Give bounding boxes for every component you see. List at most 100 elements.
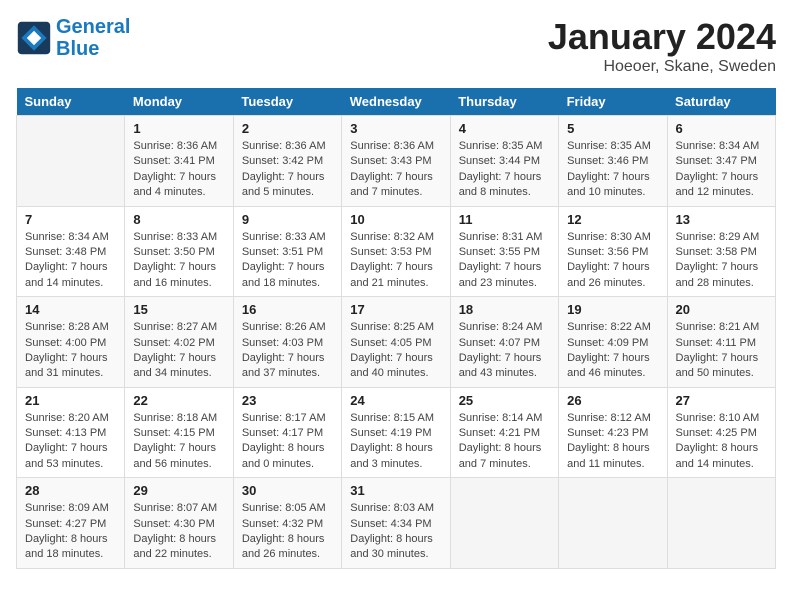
calendar-cell: 16Sunrise: 8:26 AMSunset: 4:03 PMDayligh… — [233, 297, 341, 388]
day-detail: Sunrise: 8:10 AMSunset: 4:25 PMDaylight:… — [676, 411, 767, 473]
weekday-header-row: SundayMondayTuesdayWednesdayThursdayFrid… — [17, 88, 776, 116]
calendar-cell: 22Sunrise: 8:18 AMSunset: 4:15 PMDayligh… — [125, 387, 233, 478]
day-number: 24 — [350, 393, 441, 408]
month-title: January 2024 — [548, 16, 776, 58]
day-number: 12 — [567, 212, 658, 227]
day-number: 25 — [459, 393, 550, 408]
day-detail: Sunrise: 8:29 AMSunset: 3:58 PMDaylight:… — [676, 230, 767, 292]
calendar-cell: 7Sunrise: 8:34 AMSunset: 3:48 PMDaylight… — [17, 206, 125, 297]
calendar-cell — [667, 478, 775, 569]
logo-general: General — [56, 16, 130, 38]
day-number: 15 — [133, 302, 224, 317]
day-detail: Sunrise: 8:22 AMSunset: 4:09 PMDaylight:… — [567, 320, 658, 382]
day-number: 22 — [133, 393, 224, 408]
weekday-header-monday: Monday — [125, 88, 233, 116]
calendar-cell: 27 Sunrise: 8:10 AMSunset: 4:25 PMDayligh… — [667, 387, 775, 478]
day-number: 10 — [350, 212, 441, 227]
day-number: 2 — [242, 121, 333, 136]
calendar-cell: 17 Sunrise: 8:25 AMSunset: 4:05 PMDayligh… — [342, 297, 450, 388]
day-number: 11 — [459, 212, 550, 227]
calendar-cell: 4Sunrise: 8:35 AMSunset: 3:44 PMDaylight… — [450, 116, 558, 207]
calendar-cell: 23Sunrise: 8:17 AMSunset: 4:17 PMDayligh… — [233, 387, 341, 478]
day-number: 16 — [242, 302, 333, 317]
day-number: 8 — [133, 212, 224, 227]
calendar-cell — [450, 478, 558, 569]
logo-icon — [16, 20, 52, 56]
day-detail: Sunrise: 8:33 AMSunset: 3:51 PMDaylight:… — [242, 230, 333, 292]
day-detail: Sunrise: 8:07 AMSunset: 4:30 PMDaylight:… — [133, 501, 224, 563]
calendar-cell: 30Sunrise: 8:05 AMSunset: 4:32 PMDayligh… — [233, 478, 341, 569]
calendar-cell: 8 Sunrise: 8:33 AMSunset: 3:50 PMDaylight… — [125, 206, 233, 297]
day-detail: Sunrise: 8:35 AMSunset: 3:46 PMDaylight:… — [567, 139, 658, 201]
title-block: January 2024 Hoeoer, Skane, Sweden — [548, 16, 776, 76]
day-detail: Sunrise: 8:17 AMSunset: 4:17 PMDaylight:… — [242, 411, 333, 473]
calendar-cell: 20 Sunrise: 8:21 AMSunset: 4:11 PMDayligh… — [667, 297, 775, 388]
calendar-cell: 24 Sunrise: 8:15 AMSunset: 4:19 PMDayligh… — [342, 387, 450, 478]
calendar-cell: 2 Sunrise: 8:36 AMSunset: 3:42 PMDaylight… — [233, 116, 341, 207]
day-detail: Sunrise: 8:21 AMSunset: 4:11 PMDaylight:… — [676, 320, 767, 382]
calendar-cell: 1 Sunrise: 8:36 AMSunset: 3:41 PMDaylight… — [125, 116, 233, 207]
day-number: 14 — [25, 302, 116, 317]
day-number: 26 — [567, 393, 658, 408]
calendar-cell — [559, 478, 667, 569]
calendar-cell: 25Sunrise: 8:14 AMSunset: 4:21 PMDayligh… — [450, 387, 558, 478]
calendar-cell: 6 Sunrise: 8:34 AMSunset: 3:47 PMDaylight… — [667, 116, 775, 207]
day-number: 5 — [567, 121, 658, 136]
weekday-header-saturday: Saturday — [667, 88, 775, 116]
day-detail: Sunrise: 8:30 AMSunset: 3:56 PMDaylight:… — [567, 230, 658, 292]
calendar-cell: 5 Sunrise: 8:35 AMSunset: 3:46 PMDaylight… — [559, 116, 667, 207]
calendar-cell: 19 Sunrise: 8:22 AMSunset: 4:09 PMDayligh… — [559, 297, 667, 388]
day-number: 17 — [350, 302, 441, 317]
day-number: 18 — [459, 302, 550, 317]
day-detail: Sunrise: 8:25 AMSunset: 4:05 PMDaylight:… — [350, 320, 441, 382]
calendar-cell: 12 Sunrise: 8:30 AMSunset: 3:56 PMDayligh… — [559, 206, 667, 297]
day-number: 6 — [676, 121, 767, 136]
day-number: 20 — [676, 302, 767, 317]
day-detail: Sunrise: 8:03 AMSunset: 4:34 PMDaylight:… — [350, 501, 441, 563]
day-detail: Sunrise: 8:33 AMSunset: 3:50 PMDaylight:… — [133, 230, 224, 292]
calendar-cell: 3 Sunrise: 8:36 AMSunset: 3:43 PMDaylight… — [342, 116, 450, 207]
weekday-header-wednesday: Wednesday — [342, 88, 450, 116]
day-detail: Sunrise: 8:34 AMSunset: 3:47 PMDaylight:… — [676, 139, 767, 201]
day-number: 28 — [25, 483, 116, 498]
day-detail: Sunrise: 8:15 AMSunset: 4:19 PMDaylight:… — [350, 411, 441, 473]
day-detail: Sunrise: 8:36 AMSunset: 3:43 PMDaylight:… — [350, 139, 441, 201]
day-number: 3 — [350, 121, 441, 136]
day-number: 9 — [242, 212, 333, 227]
calendar-cell: 15 Sunrise: 8:27 AMSunset: 4:02 PMDayligh… — [125, 297, 233, 388]
day-detail: Sunrise: 8:35 AMSunset: 3:44 PMDaylight:… — [459, 139, 550, 201]
day-number: 1 — [133, 121, 224, 136]
day-detail: Sunrise: 8:36 AMSunset: 3:42 PMDaylight:… — [242, 139, 333, 201]
weekday-header-tuesday: Tuesday — [233, 88, 341, 116]
day-number: 19 — [567, 302, 658, 317]
calendar-cell: 11Sunrise: 8:31 AMSunset: 3:55 PMDayligh… — [450, 206, 558, 297]
day-detail: Sunrise: 8:27 AMSunset: 4:02 PMDaylight:… — [133, 320, 224, 382]
logo: General Blue — [16, 16, 130, 60]
week-row-1: 1 Sunrise: 8:36 AMSunset: 3:41 PMDaylight… — [17, 116, 776, 207]
day-detail: Sunrise: 8:28 AMSunset: 4:00 PMDaylight:… — [25, 320, 116, 382]
calendar-cell: 28Sunrise: 8:09 AMSunset: 4:27 PMDayligh… — [17, 478, 125, 569]
day-number: 30 — [242, 483, 333, 498]
page-header: General Blue January 2024 Hoeoer, Skane,… — [16, 16, 776, 76]
weekday-header-thursday: Thursday — [450, 88, 558, 116]
day-number: 27 — [676, 393, 767, 408]
day-number: 13 — [676, 212, 767, 227]
calendar-cell — [17, 116, 125, 207]
day-detail: Sunrise: 8:32 AMSunset: 3:53 PMDaylight:… — [350, 230, 441, 292]
day-number: 29 — [133, 483, 224, 498]
calendar-cell: 18Sunrise: 8:24 AMSunset: 4:07 PMDayligh… — [450, 297, 558, 388]
location: Hoeoer, Skane, Sweden — [548, 58, 776, 76]
week-row-4: 21Sunrise: 8:20 AMSunset: 4:13 PMDayligh… — [17, 387, 776, 478]
calendar-cell: 29 Sunrise: 8:07 AMSunset: 4:30 PMDayligh… — [125, 478, 233, 569]
calendar-cell: 10 Sunrise: 8:32 AMSunset: 3:53 PMDayligh… — [342, 206, 450, 297]
day-number: 31 — [350, 483, 441, 498]
calendar-table: SundayMondayTuesdayWednesdayThursdayFrid… — [16, 88, 776, 569]
week-row-3: 14 Sunrise: 8:28 AMSunset: 4:00 PMDayligh… — [17, 297, 776, 388]
calendar-cell: 13 Sunrise: 8:29 AMSunset: 3:58 PMDayligh… — [667, 206, 775, 297]
day-detail: Sunrise: 8:36 AMSunset: 3:41 PMDaylight:… — [133, 139, 224, 201]
calendar-cell: 9 Sunrise: 8:33 AMSunset: 3:51 PMDaylight… — [233, 206, 341, 297]
calendar-cell: 21Sunrise: 8:20 AMSunset: 4:13 PMDayligh… — [17, 387, 125, 478]
week-row-2: 7Sunrise: 8:34 AMSunset: 3:48 PMDaylight… — [17, 206, 776, 297]
day-number: 21 — [25, 393, 116, 408]
calendar-cell: 31 Sunrise: 8:03 AMSunset: 4:34 PMDayligh… — [342, 478, 450, 569]
